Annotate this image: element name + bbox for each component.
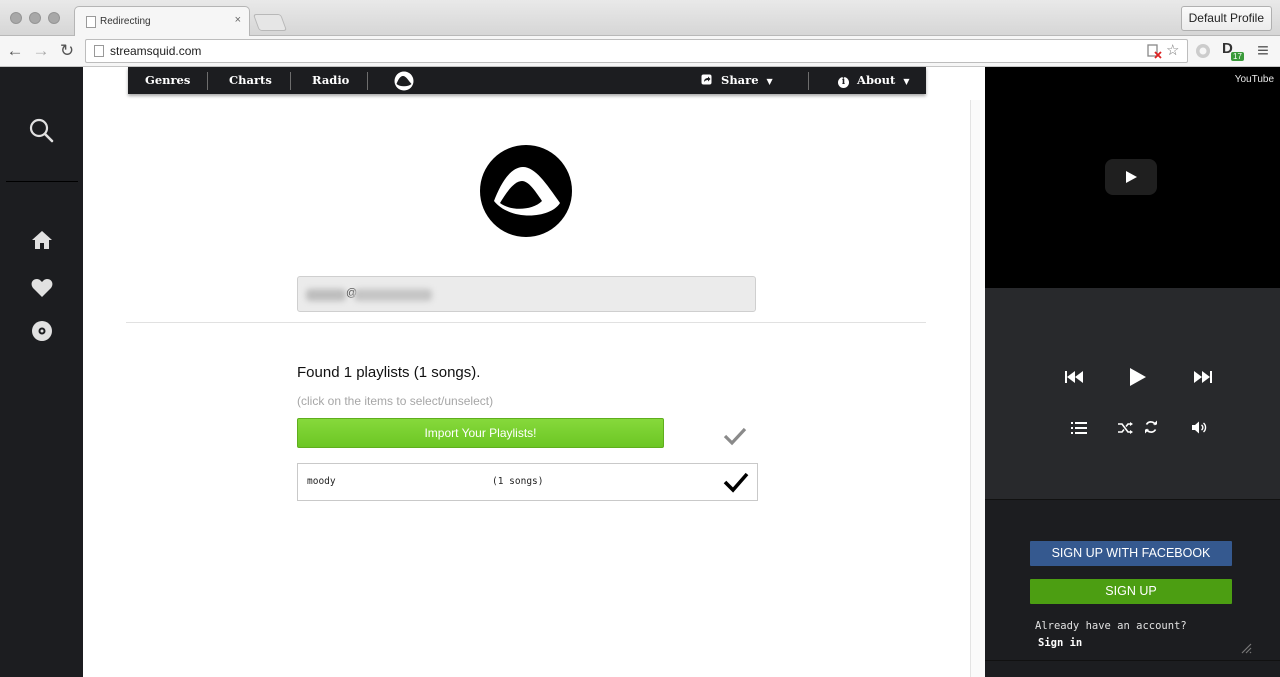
page-icon — [86, 16, 96, 28]
play-icon[interactable] — [1129, 367, 1147, 392]
youtube-player[interactable]: YouTube — [985, 67, 1280, 288]
signup-button[interactable]: SIGN UP — [1030, 579, 1232, 604]
reload-icon[interactable]: ↻ — [56, 40, 78, 62]
redacted-text — [354, 289, 432, 301]
nav-charts[interactable]: Charts — [229, 67, 272, 94]
found-summary: Found 1 playlists (1 songs). — [297, 364, 481, 381]
nav-divider — [367, 72, 368, 90]
info-icon: i — [838, 77, 849, 88]
grooveshark-logo-icon[interactable] — [394, 71, 414, 91]
scrollbar[interactable] — [970, 100, 985, 677]
window-minimize-button[interactable] — [29, 12, 41, 24]
chevron-down-icon: ▼ — [766, 76, 773, 86]
browser-tab[interactable]: Redirecting × — [74, 6, 250, 37]
playlist-row[interactable]: moody (1 songs) — [297, 463, 758, 501]
url-text: streamsquid.com — [110, 44, 202, 58]
about-label: About — [857, 73, 896, 87]
search-icon[interactable] — [29, 118, 55, 149]
playlist-name: moody — [307, 476, 336, 487]
browser-tabbar: Redirecting × Default Profile — [0, 0, 1280, 37]
home-icon[interactable] — [31, 229, 53, 256]
panel-divider — [985, 660, 1280, 661]
share-icon — [701, 74, 712, 85]
email-field[interactable]: @ — [297, 276, 756, 312]
extension-icon[interactable] — [1194, 42, 1212, 60]
tab-title: Redirecting — [100, 16, 151, 27]
left-sidebar — [0, 67, 83, 677]
shuffle-icon[interactable] — [1118, 421, 1133, 439]
signin-link[interactable]: Sign in — [1038, 637, 1082, 649]
select-all-check-icon[interactable] — [722, 423, 748, 449]
chevron-down-icon: ▼ — [903, 76, 910, 86]
queue-list-icon[interactable] — [1071, 421, 1087, 439]
already-have-account-text: Already have an account? — [1035, 620, 1187, 632]
tab-close-icon[interactable]: × — [235, 14, 241, 26]
youtube-play-button[interactable] — [1105, 159, 1157, 195]
select-hint: (click on the items to select/unselect) — [297, 394, 494, 408]
nav-genres[interactable]: Genres — [145, 67, 190, 94]
heart-icon[interactable] — [31, 278, 53, 303]
bookmark-star-icon[interactable]: ☆ — [1166, 41, 1179, 59]
volume-icon[interactable] — [1192, 421, 1208, 439]
extension-badge-icon[interactable]: D 17 — [1220, 39, 1250, 63]
top-navigation: Genres Charts Radio Share ▼ i About ▼ — [128, 67, 926, 94]
blocked-content-icon[interactable] — [1146, 43, 1162, 63]
player-controls — [985, 288, 1280, 500]
nav-divider — [207, 72, 208, 90]
profile-button[interactable]: Default Profile — [1180, 6, 1272, 31]
next-icon[interactable] — [1194, 370, 1212, 389]
nav-about[interactable]: i About ▼ — [838, 67, 910, 94]
nav-divider — [290, 72, 291, 90]
browser-toolbar: ← → ↻ streamsquid.com ☆ D 17 ≡ — [0, 36, 1280, 67]
disc-icon[interactable] — [31, 320, 53, 347]
page-icon — [94, 45, 104, 57]
nav-share[interactable]: Share ▼ — [701, 67, 773, 94]
playlist-song-count: (1 songs) — [492, 476, 544, 487]
back-icon[interactable]: ← — [4, 40, 26, 62]
window-zoom-button[interactable] — [48, 12, 60, 24]
import-playlists-button[interactable]: Import Your Playlists! — [297, 418, 664, 448]
nav-radio[interactable]: Radio — [312, 67, 349, 94]
sidebar-divider — [6, 181, 78, 182]
divider — [126, 322, 926, 323]
signup-facebook-button[interactable]: SIGN UP WITH FACEBOOK — [1030, 541, 1232, 566]
browser-menu-icon[interactable]: ≡ — [1252, 40, 1274, 62]
grooveshark-logo — [480, 145, 572, 237]
address-bar[interactable]: streamsquid.com ☆ — [85, 39, 1188, 63]
share-label: Share — [721, 73, 759, 87]
extension-badge: 17 — [1231, 52, 1244, 61]
redacted-text — [306, 289, 346, 301]
selected-check-icon — [722, 469, 750, 495]
resize-handle-icon[interactable] — [1240, 641, 1252, 654]
previous-icon[interactable] — [1065, 370, 1083, 389]
youtube-label[interactable]: YouTube — [1235, 74, 1274, 85]
forward-icon[interactable]: → — [30, 40, 52, 62]
window-close-button[interactable] — [10, 12, 22, 24]
nav-divider — [808, 72, 809, 90]
repeat-icon[interactable] — [1144, 420, 1158, 439]
play-icon — [1126, 171, 1137, 183]
new-tab-button[interactable] — [252, 14, 288, 31]
